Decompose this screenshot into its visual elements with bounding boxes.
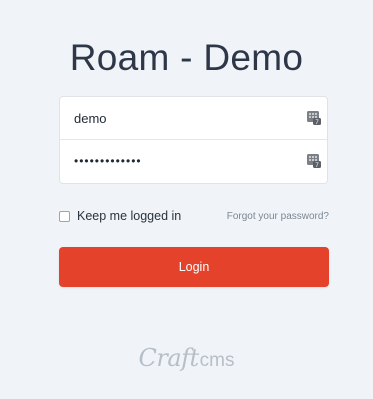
keypad-icon[interactable]: 7 [307, 111, 321, 125]
logo-cms-text: cms [199, 350, 235, 371]
keypad-icon[interactable]: 7 [307, 154, 321, 168]
remember-label[interactable]: Keep me logged in [77, 209, 181, 223]
logo-craft-text: Craft [138, 344, 200, 372]
username-input[interactable]: demo [74, 111, 107, 126]
login-button[interactable]: Login [59, 247, 329, 287]
password-field[interactable]: ••••••••••••• 7 [60, 140, 327, 183]
password-input[interactable]: ••••••••••••• [74, 154, 142, 168]
remember-checkbox[interactable] [59, 210, 70, 222]
forgot-password-link[interactable]: Forgot your password? [227, 211, 329, 222]
login-fields: demo 7 ••••••••••••• 7 [59, 96, 328, 184]
craft-cms-logo: Craftcms [0, 344, 373, 372]
page-title: Roam - Demo [69, 37, 304, 78]
remember-me[interactable]: Keep me logged in [59, 209, 181, 223]
username-field[interactable]: demo 7 [60, 97, 327, 140]
